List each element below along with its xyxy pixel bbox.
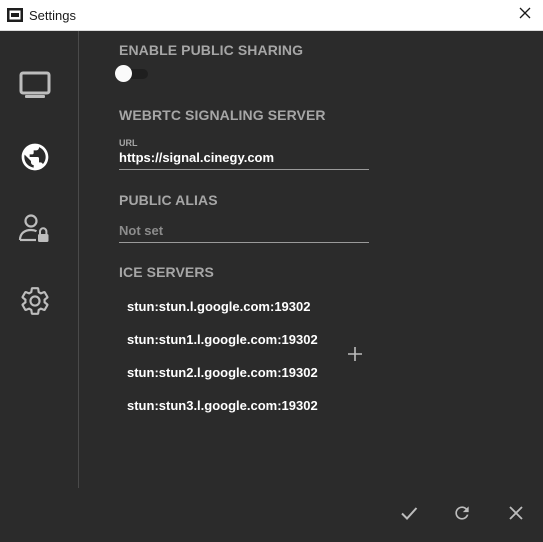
apply-button[interactable] [397, 503, 421, 527]
sidebar-item-display[interactable] [15, 67, 55, 107]
user-lock-icon [18, 213, 52, 250]
plus-icon [347, 346, 363, 367]
signaling-url-field[interactable]: URL https://signal.cinegy.com [119, 138, 369, 170]
title-bar: Settings [0, 0, 543, 31]
url-label: URL [119, 138, 138, 148]
refresh-icon [452, 503, 472, 528]
ice-server-item[interactable]: stun:stun.l.google.com:19302 [127, 299, 310, 314]
close-icon [507, 504, 525, 527]
cancel-button[interactable] [504, 503, 528, 527]
public-alias-field[interactable]: Not set [119, 222, 369, 243]
monitor-icon [19, 71, 51, 104]
window-title: Settings [29, 8, 76, 23]
alias-section-title: PUBLIC ALIAS [119, 192, 218, 208]
add-ice-server-button[interactable] [344, 345, 366, 367]
close-icon [518, 6, 532, 25]
url-value: https://signal.cinegy.com [119, 150, 275, 165]
alias-placeholder: Not set [119, 223, 164, 238]
ice-server-item[interactable]: stun:stun2.l.google.com:19302 [127, 365, 318, 380]
toggle-knob [115, 65, 132, 82]
sharing-section-title: ENABLE PUBLIC SHARING [119, 42, 304, 58]
ice-section-title: ICE SERVERS [119, 264, 214, 280]
globe-icon [19, 141, 51, 178]
public-sharing-toggle[interactable] [114, 63, 150, 83]
sidebar-item-general[interactable] [15, 283, 55, 323]
ice-server-item[interactable]: stun:stun1.l.google.com:19302 [127, 332, 318, 347]
sidebar-item-access[interactable] [15, 211, 55, 251]
gear-icon [19, 285, 51, 322]
app-icon [7, 7, 23, 23]
ice-server-item[interactable]: stun:stun3.l.google.com:19302 [127, 398, 318, 413]
sidebar-item-sharing[interactable] [15, 139, 55, 179]
settings-window: Settings ENABLE PUBLIC SHARING WEBRTC SI… [0, 0, 543, 542]
sidebar-divider [78, 31, 79, 488]
reset-button[interactable] [450, 503, 474, 527]
signaling-section-title: WEBRTC SIGNALING SERVER [119, 107, 326, 123]
window-close-button[interactable] [513, 3, 537, 27]
checkmark-icon [399, 503, 419, 528]
